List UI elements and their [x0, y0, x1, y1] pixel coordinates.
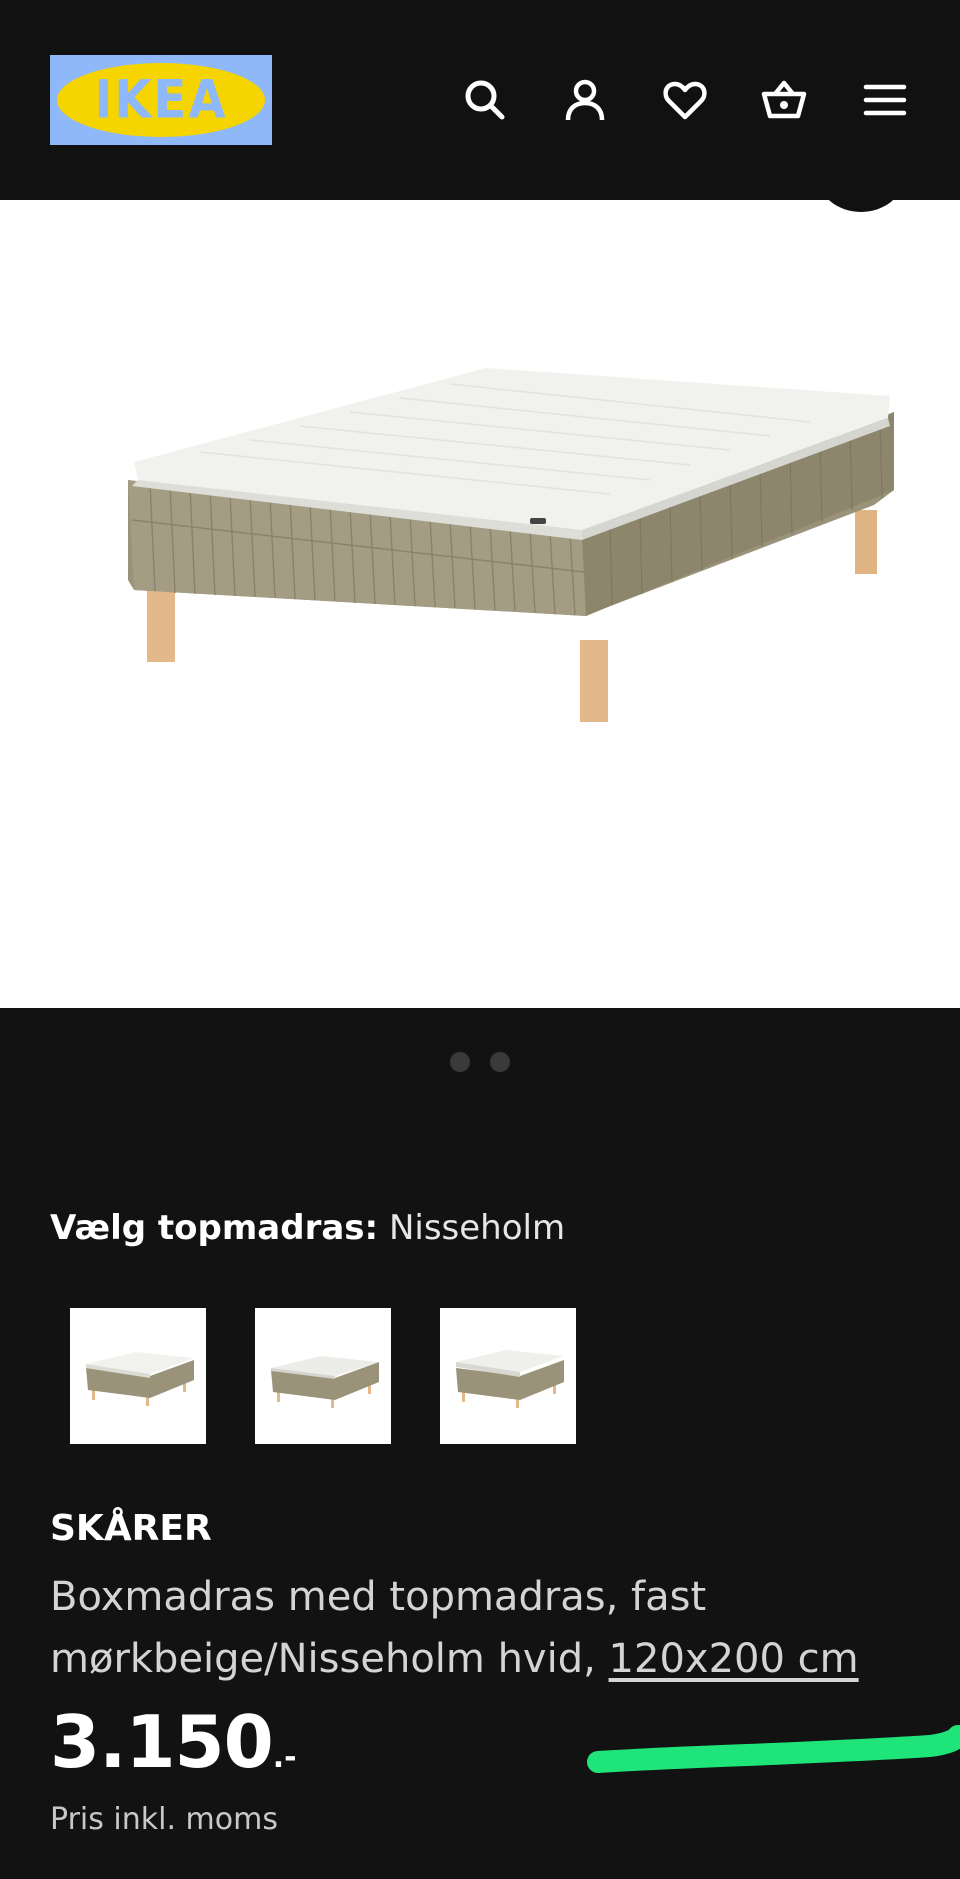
topmadras-thumbnail-3[interactable]: [440, 1308, 576, 1444]
vat-note: Pris inkl. moms: [50, 1802, 278, 1837]
size-link[interactable]: 120x200 cm: [609, 1636, 859, 1682]
logo-text: IKEA: [94, 69, 228, 131]
ikea-logo[interactable]: IKEA: [50, 55, 272, 145]
search-icon[interactable]: [459, 74, 511, 126]
option-value: Nisseholm: [388, 1208, 566, 1248]
product-description: Boxmadras med topmadras, fast mørkbeige/…: [50, 1566, 910, 1690]
product-image[interactable]: [0, 200, 960, 1008]
header: IKEA: [0, 0, 960, 200]
price-suffix: .-: [272, 1740, 297, 1775]
topmadras-thumbnail-2[interactable]: [255, 1308, 391, 1444]
option-label: Vælg topmadras:: [50, 1208, 379, 1248]
heart-icon[interactable]: [659, 74, 711, 126]
slide-dot-2[interactable]: [490, 1052, 510, 1072]
slide-dot-1[interactable]: [450, 1052, 470, 1072]
account-icon[interactable]: [559, 74, 611, 126]
highlight-scribble: [587, 1725, 960, 1773]
logo-oval: IKEA: [57, 63, 265, 137]
topmadras-thumbnail-1[interactable]: [70, 1308, 206, 1444]
topmadras-selector-label: Vælg topmadras: Nisseholm: [50, 1208, 565, 1248]
product-name: SKÅRER: [50, 1508, 212, 1549]
price-value: 3.150: [50, 1700, 274, 1784]
product-page: IKEA Vælg topmadras: Nisseholm SKÅRER Bo…: [0, 0, 960, 1879]
bed-image: [128, 368, 894, 722]
menu-icon[interactable]: [859, 74, 911, 126]
basket-icon[interactable]: [758, 74, 810, 126]
product-price: 3.150.-: [50, 1700, 297, 1784]
